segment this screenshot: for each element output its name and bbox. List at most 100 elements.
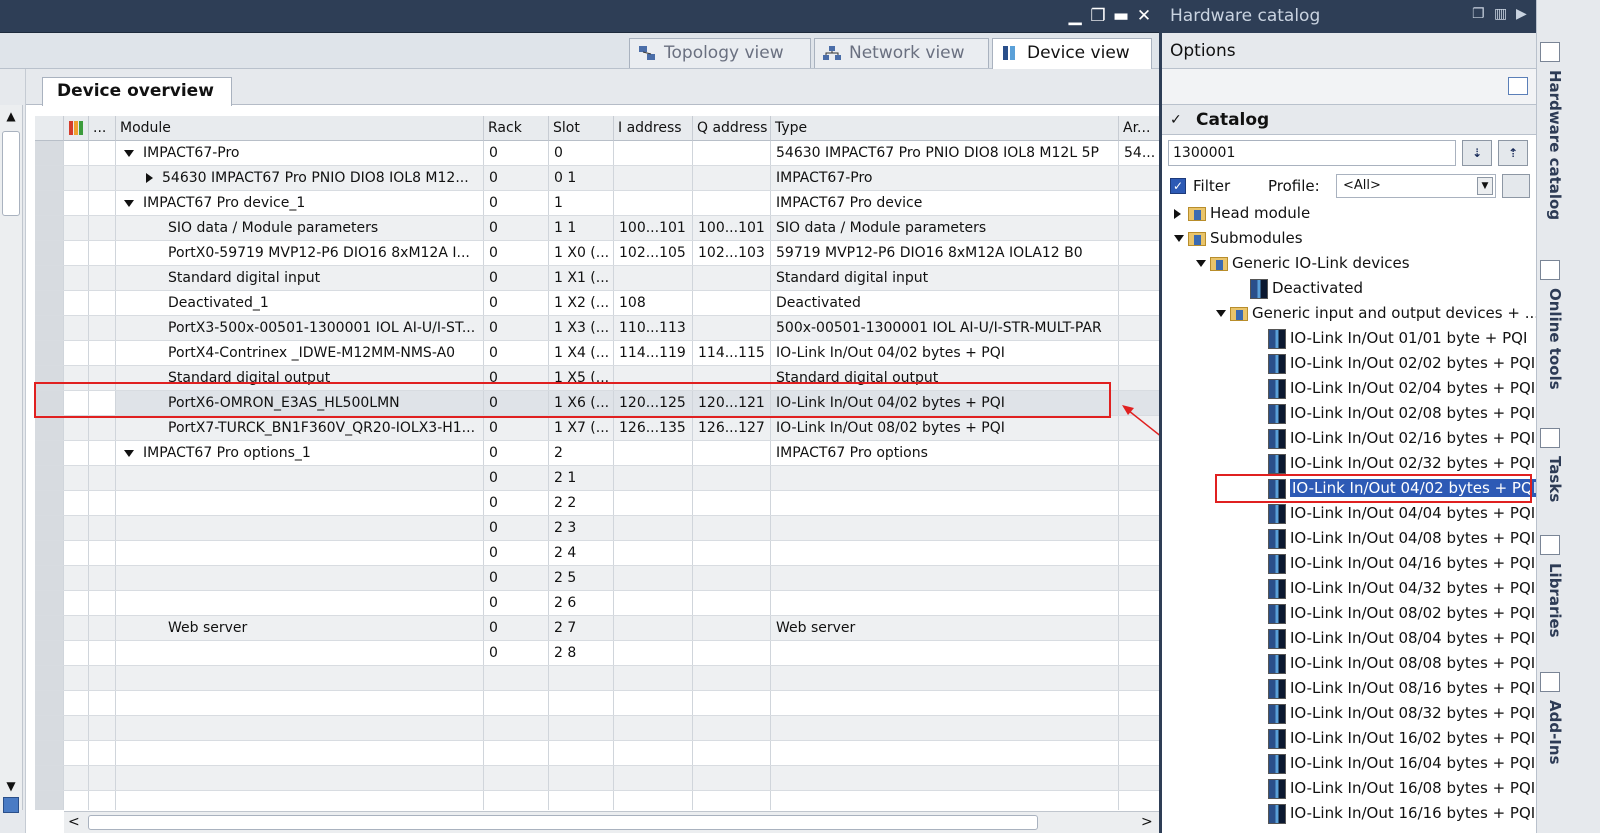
table-row[interactable]: 02 8: [35, 641, 1181, 666]
cell-type[interactable]: [771, 741, 1119, 765]
cell-type[interactable]: IO-Link In/Out 04/02 bytes + PQI: [771, 341, 1119, 365]
header-type[interactable]: Type: [771, 116, 1119, 141]
table-row[interactable]: SIO data / Module parameters 0 1 1 100...10…: [35, 216, 1181, 241]
cell-type[interactable]: [771, 516, 1119, 540]
online-tools-icon[interactable]: [1540, 260, 1560, 280]
catalog-item[interactable]: IO-Link In/Out 08/08 bytes + PQI: [1254, 651, 1535, 676]
catalog-item[interactable]: IO-Link In/Out 04/32 bytes + PQI: [1254, 576, 1535, 601]
scroll-right-icon[interactable]: >: [1141, 814, 1153, 830]
cell-type[interactable]: 59719 MVP12-P6 DIO16 8xM12A IOLA12 B0: [771, 241, 1119, 265]
table-row[interactable]: [35, 666, 1181, 691]
table-row[interactable]: 02 4: [35, 541, 1181, 566]
table-row[interactable]: 02 5: [35, 566, 1181, 591]
catalog-folder[interactable]: Head module: [1174, 201, 1310, 226]
table-row[interactable]: IMPACT67 Pro options_1 0 2 IMPACT67 Pro opt…: [35, 441, 1181, 466]
header-i-address[interactable]: I address: [614, 116, 693, 141]
table-row[interactable]: 02 1: [35, 466, 1181, 491]
catalog-item[interactable]: Deactivated: [1236, 276, 1363, 301]
cell-type[interactable]: [771, 766, 1119, 790]
cell-type[interactable]: 54630 IMPACT67 Pro PNIO DIO8 IOL8 M12L 5…: [771, 141, 1119, 165]
cell-module[interactable]: [116, 516, 484, 540]
panel-layout-icon[interactable]: ▥: [1494, 6, 1507, 22]
filter-checkbox[interactable]: ✓: [1170, 178, 1186, 194]
catalog-item[interactable]: IO-Link In/Out 16/02 bytes + PQI: [1254, 726, 1535, 751]
restore-icon[interactable]: ❐: [1088, 6, 1108, 26]
cell-module[interactable]: Web server: [116, 616, 484, 640]
cell-module[interactable]: [116, 716, 484, 740]
table-row[interactable]: PortX0-59719 MVP12-P6 DIO16 8xM12A I... 0…: [35, 241, 1181, 266]
cell-module[interactable]: [116, 591, 484, 615]
side-tab-tasks[interactable]: Tasks: [1545, 456, 1565, 502]
cell-module[interactable]: PortX7-TURCK_BN1F360V_QR20-IOLX3-H1...: [116, 416, 484, 440]
tasks-icon[interactable]: [1540, 428, 1560, 448]
cell-type[interactable]: [771, 566, 1119, 590]
cell-module[interactable]: IMPACT67 Pro options_1: [116, 441, 484, 465]
profile-settings-icon[interactable]: [1502, 174, 1530, 198]
cell-type[interactable]: [771, 641, 1119, 665]
cell-module[interactable]: SIO data / Module parameters: [116, 216, 484, 240]
header-module[interactable]: Module: [116, 116, 484, 141]
table-row[interactable]: [35, 741, 1181, 766]
catalog-item[interactable]: IO-Link In/Out 01/01 byte + PQI: [1254, 326, 1527, 351]
side-tab-online-tools[interactable]: Online tools: [1545, 288, 1565, 390]
cell-module[interactable]: IMPACT67-Pro: [116, 141, 484, 165]
hscroll-thumb[interactable]: [88, 815, 1038, 830]
vertical-scrollbar[interactable]: ▲ ▼: [0, 105, 23, 810]
scroll-up-icon[interactable]: ▲: [3, 109, 19, 125]
tab-device-view[interactable]: Device view: [992, 38, 1152, 70]
table-row[interactable]: PortX4-Contrinex _IDWE-M12MM-NMS-A0 0 1 X4…: [35, 341, 1181, 366]
cell-module[interactable]: [116, 766, 484, 790]
collapse-triangle-icon[interactable]: [1196, 251, 1210, 276]
panel-float-icon[interactable]: ❐: [1472, 6, 1485, 22]
catalog-item[interactable]: IO-Link In/Out 08/04 bytes + PQI: [1254, 626, 1535, 651]
table-row[interactable]: Standard digital input 0 1 X1 (... Standard…: [35, 266, 1181, 291]
table-row[interactable]: IMPACT67-Pro 0 0 54630 IMPACT67 Pro PNIO DI…: [35, 141, 1181, 166]
table-row[interactable]: [35, 691, 1181, 716]
collapse-triangle-icon[interactable]: [1174, 226, 1188, 251]
cell-type[interactable]: [771, 466, 1119, 490]
scroll-thumb[interactable]: [2, 131, 20, 216]
collapse-triangle-icon[interactable]: [124, 149, 134, 157]
table-row[interactable]: 02 3: [35, 516, 1181, 541]
catalog-folder[interactable]: Generic input and output devices + ...: [1216, 301, 1539, 326]
cell-type[interactable]: [771, 791, 1119, 810]
cell-module[interactable]: Deactivated_1: [116, 291, 484, 315]
chevron-down-icon[interactable]: ▼: [1477, 177, 1493, 195]
catalog-item[interactable]: IO-Link In/Out 04/16 bytes + PQI: [1254, 551, 1535, 576]
table-row[interactable]: 02 6: [35, 591, 1181, 616]
cell-module[interactable]: [116, 641, 484, 665]
cell-type[interactable]: [771, 716, 1119, 740]
search-up-button[interactable]: ⇡: [1498, 140, 1528, 166]
cell-type[interactable]: IMPACT67-Pro: [771, 166, 1119, 190]
catalog-folder[interactable]: Submodules: [1174, 226, 1303, 251]
hardware-catalog-icon[interactable]: [1540, 42, 1560, 62]
catalog-item[interactable]: IO-Link In/Out 08/16 bytes + PQI: [1254, 676, 1535, 701]
header-slot[interactable]: Slot: [549, 116, 614, 141]
overview-icon[interactable]: [3, 797, 19, 813]
cell-type[interactable]: [771, 691, 1119, 715]
search-down-button[interactable]: ⇣: [1462, 140, 1492, 166]
catalog-item[interactable]: IO-Link In/Out 02/04 bytes + PQI: [1254, 376, 1535, 401]
catalog-item[interactable]: IO-Link In/Out 16/04 bytes + PQI: [1254, 751, 1535, 776]
cell-module[interactable]: [116, 791, 484, 810]
panel-collapse-icon[interactable]: ▶: [1516, 6, 1527, 22]
catalog-item[interactable]: IO-Link In/Out 02/08 bytes + PQI: [1254, 401, 1535, 426]
table-row[interactable]: IMPACT67 Pro device_1 0 1 IMPACT67 Pro devi…: [35, 191, 1181, 216]
table-row[interactable]: 54630 IMPACT67 Pro PNIO DIO8 IOL8 M12...…: [35, 166, 1181, 191]
profile-select[interactable]: <All> ▼: [1336, 174, 1496, 198]
catalog-section-header[interactable]: ✓ Catalog: [1162, 105, 1536, 135]
scroll-left-icon[interactable]: <: [68, 814, 80, 830]
catalog-search-input[interactable]: 1300001: [1168, 140, 1456, 166]
cell-module[interactable]: Standard digital input: [116, 266, 484, 290]
cell-type[interactable]: Web server: [771, 616, 1119, 640]
cell-type[interactable]: SIO data / Module parameters: [771, 216, 1119, 240]
catalog-item[interactable]: IO-Link In/Out 02/02 bytes + PQI: [1254, 351, 1535, 376]
catalog-item[interactable]: IO-Link In/Out 02/16 bytes + PQI: [1254, 426, 1535, 451]
libraries-icon[interactable]: [1540, 535, 1560, 555]
catalog-item[interactable]: IO-Link In/Out 16/08 bytes + PQI: [1254, 776, 1535, 801]
add-ins-icon[interactable]: [1540, 672, 1560, 692]
table-row[interactable]: [35, 766, 1181, 791]
cell-module[interactable]: PortX3-500x-00501-1300001 IOL AI-U/I-ST.…: [116, 316, 484, 340]
horizontal-scrollbar[interactable]: < >: [64, 811, 1161, 833]
table-row[interactable]: 02 2: [35, 491, 1181, 516]
